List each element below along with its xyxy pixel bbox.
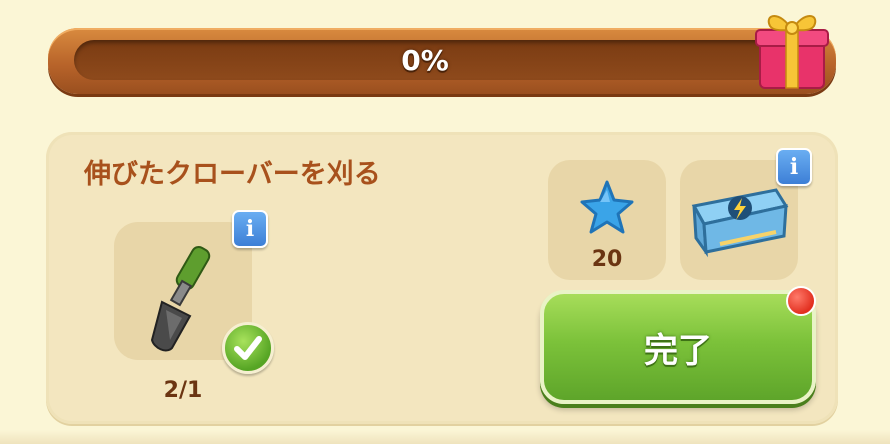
tool-info-button[interactable]: i: [232, 210, 268, 248]
chest-info-button[interactable]: i: [776, 148, 812, 186]
tool-progress-count: 2/1: [163, 378, 203, 403]
progress-bar: 0%: [48, 28, 836, 94]
notification-dot: [786, 286, 816, 316]
reward-star-amount: 20: [591, 247, 623, 272]
progress-track: 0%: [74, 40, 776, 80]
reward-star-card[interactable]: 20: [548, 160, 666, 280]
checkmark-icon: [222, 322, 274, 374]
complete-button[interactable]: 完了: [540, 290, 816, 404]
gift-box-icon[interactable]: [752, 6, 832, 92]
bottom-edge: [0, 430, 890, 444]
quest-panel: 伸びたクローバーを刈る i 2/1 20 i 完了: [46, 132, 838, 424]
blue-star-icon: [580, 180, 634, 234]
quest-title: 伸びたクローバーを刈る: [84, 159, 381, 190]
progress-percent-label: 0%: [401, 43, 449, 77]
